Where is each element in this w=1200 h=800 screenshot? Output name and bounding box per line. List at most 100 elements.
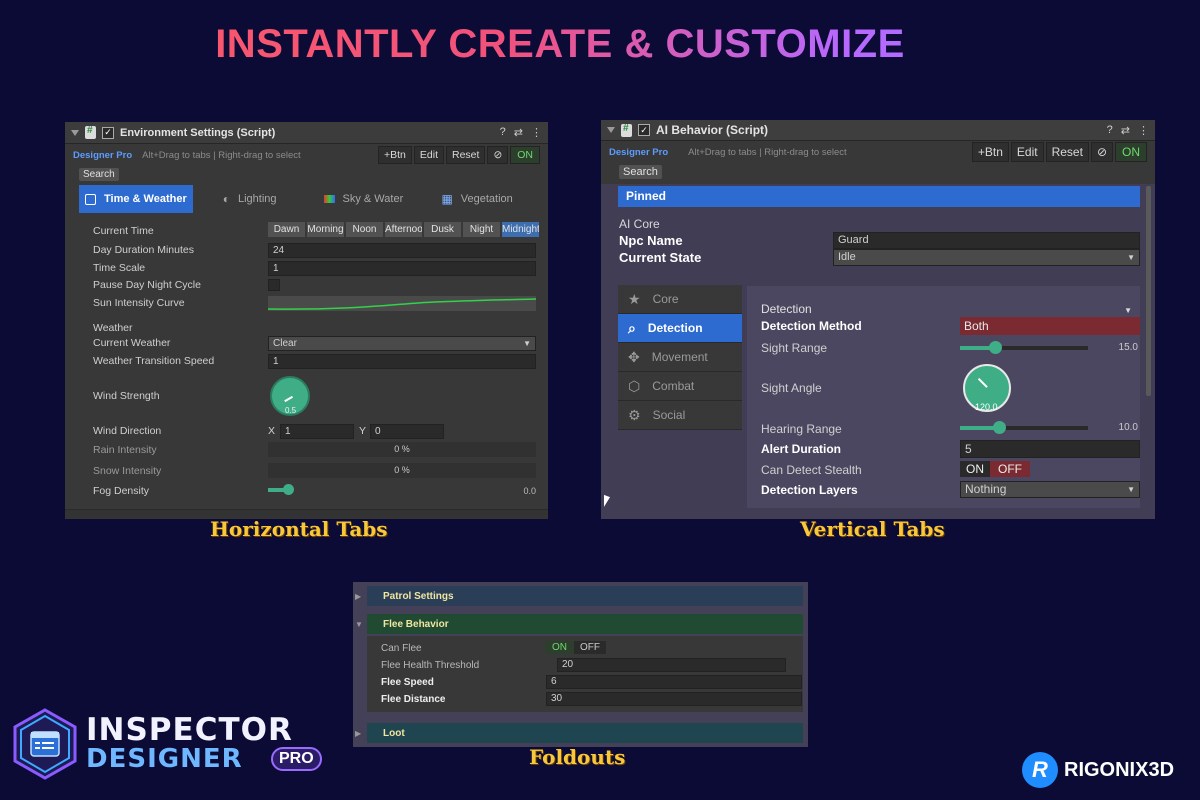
visibility-icon[interactable]: ⊘ [1090,142,1113,162]
logo-shield-icon [13,708,77,780]
star-icon: ★ [628,290,641,307]
tab-lighting[interactable]: ◐ Lighting [193,185,307,213]
tab-vegetation[interactable]: ▦ Vegetation [420,185,534,213]
on-toggle[interactable]: ON [510,146,540,164]
stealth-on-button[interactable]: ON [960,461,990,477]
rain-label: Rain Intensity [93,444,157,456]
tab-time-weather[interactable]: Time & Weather [79,185,193,213]
preset-icon[interactable]: ⇄ [514,126,523,139]
flee-speed-label: Flee Speed [381,677,434,688]
rain-bar[interactable]: 0 % [268,442,536,457]
logo-line1: INSPECTOR [86,712,293,748]
cube-icon: ⬡ [628,377,641,394]
scrollbar[interactable] [1146,186,1151,396]
knob-value: 0.5 [285,406,297,415]
weather-speed-field[interactable]: 1 [268,354,536,369]
script-icon [621,123,632,137]
flee-health-label: Flee Health Threshold [381,660,480,671]
edit-button[interactable]: Edit [413,146,444,164]
flee-health-field[interactable]: 20 [557,658,786,672]
npc-name-field[interactable]: Guard [833,232,1140,249]
can-flee-on-button[interactable]: ON [545,641,574,654]
dropdown-value: Idle [838,251,856,263]
component-header[interactable]: ✓ AI Behavior (Script) ? ⇄ ⋮ [601,120,1155,141]
time-option[interactable]: Afternoon [385,222,422,237]
preset-icon[interactable]: ⇄ [1121,124,1130,137]
tab-movement[interactable]: ✥ Movement [618,343,742,372]
search-button[interactable]: Search [79,168,119,181]
dropdown-value: Nothing [965,482,1007,496]
foldout-patrol[interactable]: ▶ Patrol Settings [355,586,803,606]
help-icon[interactable]: ? [500,126,506,139]
hearing-range-handle[interactable] [993,421,1006,434]
tab-detection[interactable]: ⌕ Detection [618,314,742,343]
enable-checkbox[interactable]: ✓ [102,126,114,139]
pinned-bar[interactable]: Pinned [618,186,1140,207]
on-toggle[interactable]: ON [1115,142,1147,162]
vertical-tab-bar: ★ Core ⌕ Detection ✥ Movement ⬡ Combat ⚙… [618,285,742,430]
can-flee-off-button[interactable]: OFF [574,641,606,654]
alert-duration-field[interactable]: 5 [960,440,1140,458]
flee-distance-field[interactable]: 30 [546,692,802,706]
rigonix-logo: R RIGONIX3D [1022,752,1174,788]
stealth-toggle: ON OFF [960,461,1030,477]
designer-brand: Designer Pro [609,146,669,158]
current-state-dropdown[interactable]: Idle ▼ [833,249,1140,266]
time-scale-field[interactable]: 1 [268,261,536,276]
vertical-tabs-panel: ✓ AI Behavior (Script) ? ⇄ ⋮ Designer Pr… [601,120,1155,519]
detection-header: Detection [761,302,812,316]
sun-curve-field[interactable] [268,296,536,311]
add-button[interactable]: +Btn [971,142,1009,162]
reset-button[interactable]: Reset [446,146,486,164]
mouse-cursor-icon [604,494,610,510]
time-option[interactable]: Morning [307,222,344,237]
tab-core[interactable]: ★ Core [618,285,742,314]
more-menu-icon[interactable]: ⋮ [531,126,542,139]
search-button[interactable]: Search [619,165,662,179]
headline: INSTANTLY CREATE & CUSTOMIZE [0,22,1120,67]
enable-checkbox[interactable]: ✓ [638,124,650,136]
fog-slider-handle[interactable] [283,484,294,495]
sight-angle-knob[interactable]: 120.0 [963,364,1011,412]
flee-speed-field[interactable]: 6 [546,675,802,689]
wind-y-field[interactable]: 0 [370,424,444,439]
tab-social[interactable]: ⚙ Social [618,401,742,430]
time-option[interactable]: Noon [346,222,383,237]
day-duration-field[interactable]: 24 [268,243,536,258]
tab-label: Combat [652,379,695,393]
foldout-loot[interactable]: ▶ Loot [355,723,803,743]
visibility-icon[interactable]: ⊘ [487,146,509,164]
reset-button[interactable]: Reset [1045,142,1089,162]
sight-range-handle[interactable] [989,341,1002,354]
time-option[interactable]: Dawn [268,222,305,237]
add-button[interactable]: +Btn [378,146,412,164]
stealth-off-button[interactable]: OFF [990,461,1030,477]
component-header[interactable]: ✓ Environment Settings (Script) ? ⇄ ⋮ [65,122,548,144]
detection-method-field[interactable]: Both [960,317,1140,335]
grid-icon: ▦ [441,192,453,206]
time-option[interactable]: Night [463,222,500,237]
foldout-arrow-icon[interactable] [71,129,79,136]
foldout-arrow-icon[interactable] [607,127,615,133]
can-flee-toggle: ON OFF [545,641,606,654]
tab-sky-water[interactable]: Sky & Water [307,185,421,213]
wind-strength-knob[interactable]: 0.5 [270,376,310,416]
detection-layers-dropdown[interactable]: Nothing ▼ [960,481,1140,498]
edit-button[interactable]: Edit [1010,142,1044,162]
help-icon[interactable]: ? [1107,124,1113,137]
foldout-flee[interactable]: ▼ Flee Behavior [355,614,803,634]
time-option[interactable]: Midnight [502,222,539,237]
wind-x-field[interactable]: 1 [280,424,354,439]
component-title: AI Behavior (Script) [656,123,769,137]
time-of-day-selector: Dawn Morning Noon Afternoon Dusk Night M… [268,222,539,237]
more-menu-icon[interactable]: ⋮ [1138,124,1149,137]
snow-bar[interactable]: 0 % [268,463,536,478]
wind-x-label: X [268,425,276,437]
time-option[interactable]: Dusk [424,222,461,237]
rigonix-emblem-icon: R [1022,752,1058,788]
current-weather-dropdown[interactable]: Clear ▼ [268,336,536,351]
chevron-down-icon[interactable]: ▼ [1124,306,1132,315]
pause-cycle-checkbox[interactable] [268,279,280,291]
tab-combat[interactable]: ⬡ Combat [618,372,742,401]
detection-content: Detection ▼ Detection Method Both Sight … [747,286,1140,508]
